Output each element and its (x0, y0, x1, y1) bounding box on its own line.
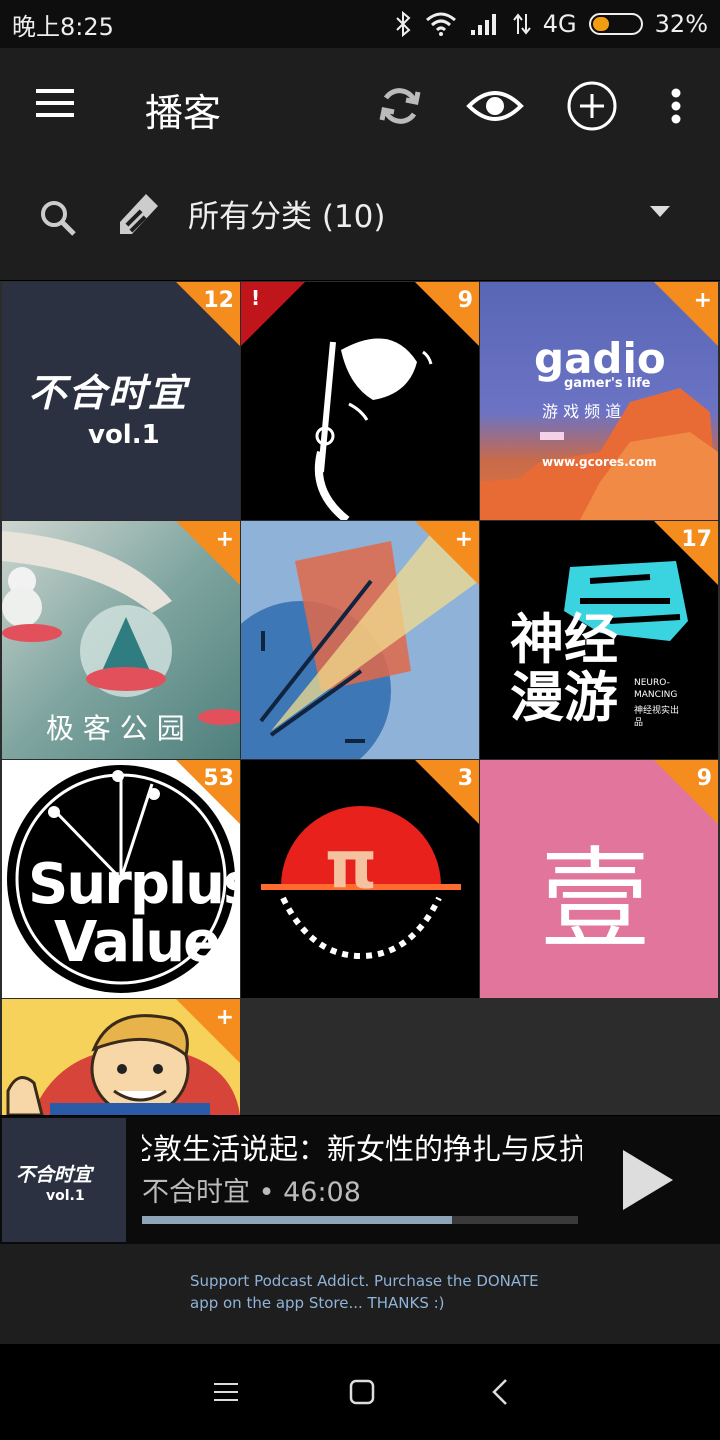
battery-fill (592, 17, 609, 31)
podcast-art-url: www.gcores.com (542, 455, 657, 469)
episode-title[interactable]: 伦敦生活说起：新女性的挣扎与反抗 (142, 1126, 582, 1166)
play-icon[interactable] (612, 1140, 682, 1220)
new-badge: + (654, 282, 718, 346)
podcast-art-sub: NEURO-MANCING (634, 678, 678, 700)
tag-icon (112, 186, 164, 242)
podcast-tile[interactable]: + (2, 999, 240, 1115)
network-type: 4G (542, 10, 577, 38)
unread-badge: 53 (176, 760, 240, 824)
podcast-tile[interactable]: + (241, 521, 479, 759)
chevron-down-icon[interactable] (646, 200, 674, 224)
battery-icon (588, 13, 643, 35)
podcast-art-title: Surplus (28, 852, 240, 917)
status-icons: 4G 32% (395, 10, 708, 38)
new-badge: + (176, 999, 240, 1063)
search-icon[interactable] (36, 196, 80, 240)
menu-icon[interactable] (28, 78, 84, 128)
podcast-tile[interactable]: 不合时宜 vol.1 12 (2, 282, 240, 520)
podcast-art-sub: Value (54, 910, 221, 975)
unread-badge: 3 (415, 760, 479, 824)
new-badge: + (176, 521, 240, 585)
back-icon[interactable] (480, 1372, 520, 1412)
podcast-tile[interactable]: 壹 9 (480, 760, 718, 998)
unread-badge: 17 (654, 521, 718, 585)
episode-podcast: 不合时宜 (142, 1177, 250, 1208)
recents-icon[interactable] (206, 1372, 246, 1412)
podcast-art-title: π (325, 826, 378, 903)
wifi-icon (425, 12, 456, 36)
podcast-tile[interactable]: 极 客 公 园 + (2, 521, 240, 759)
signal-icon (470, 14, 496, 35)
progress-fill (142, 1216, 452, 1224)
battery-percent: 32% (654, 10, 708, 38)
episode-duration: 46:08 (283, 1177, 361, 1208)
add-circle-icon[interactable] (562, 76, 622, 136)
meta-separator: • (250, 1177, 284, 1208)
episode-meta: 不合时宜 • 46:08 (142, 1170, 361, 1209)
more-vert-icon[interactable] (656, 78, 696, 134)
thumb-title: 不合时宜 (16, 1164, 93, 1186)
podcast-tile[interactable]: ! 9 (241, 282, 479, 520)
podcast-tile[interactable]: gadio gamer's life 游 戏 频 道 www.gcores.co… (480, 282, 718, 520)
bluetooth-icon (396, 11, 411, 37)
podcast-grid: 不合时宜 vol.1 12 ! 9 gadio gamer's life 游 戏… (0, 281, 720, 1115)
donate-message[interactable]: Support Podcast Addict. Purchase the DON… (190, 1270, 570, 1314)
status-bar: 晚上8:25 4G 32% (0, 0, 720, 48)
podcast-art-title: 壹 (540, 836, 650, 964)
podcast-tile[interactable]: Surplus Value 53 (2, 760, 240, 998)
new-badge: + (415, 521, 479, 585)
page-title: 播客 (145, 91, 222, 135)
podcast-art-title: 神经漫游 (510, 608, 618, 729)
podcast-art-cn: 游 戏 频 道 (542, 402, 622, 421)
unread-badge: 12 (176, 282, 240, 346)
data-arrows-icon (513, 13, 531, 35)
eye-icon[interactable] (464, 78, 526, 134)
podcast-art-sub: vol.1 (88, 420, 160, 450)
podcast-art-sub: gamer's life (564, 376, 651, 391)
home-icon[interactable] (342, 1372, 382, 1412)
podcast-art-title: 不合时宜 (28, 371, 189, 415)
thumb-sub: vol.1 (46, 1188, 85, 1204)
unread-badge: 9 (654, 760, 718, 824)
podcast-tile[interactable]: 神经漫游 NEURO-MANCING 神经视实出品 17 (480, 521, 718, 759)
podcast-art-cn: 神经视实出品 (634, 706, 680, 728)
refresh-icon[interactable] (372, 78, 428, 134)
podcast-art-title: 极 客 公 园 (46, 712, 185, 745)
unread-badge: 9 (415, 282, 479, 346)
playback-progress[interactable] (142, 1216, 578, 1224)
category-dropdown-label[interactable]: 所有分类 (10) (188, 191, 386, 236)
status-time: 晚上8:25 (12, 12, 114, 41)
now-playing-thumbnail[interactable]: 不合时宜 vol.1 (2, 1118, 126, 1242)
podcast-tile[interactable]: π 3 (241, 760, 479, 998)
